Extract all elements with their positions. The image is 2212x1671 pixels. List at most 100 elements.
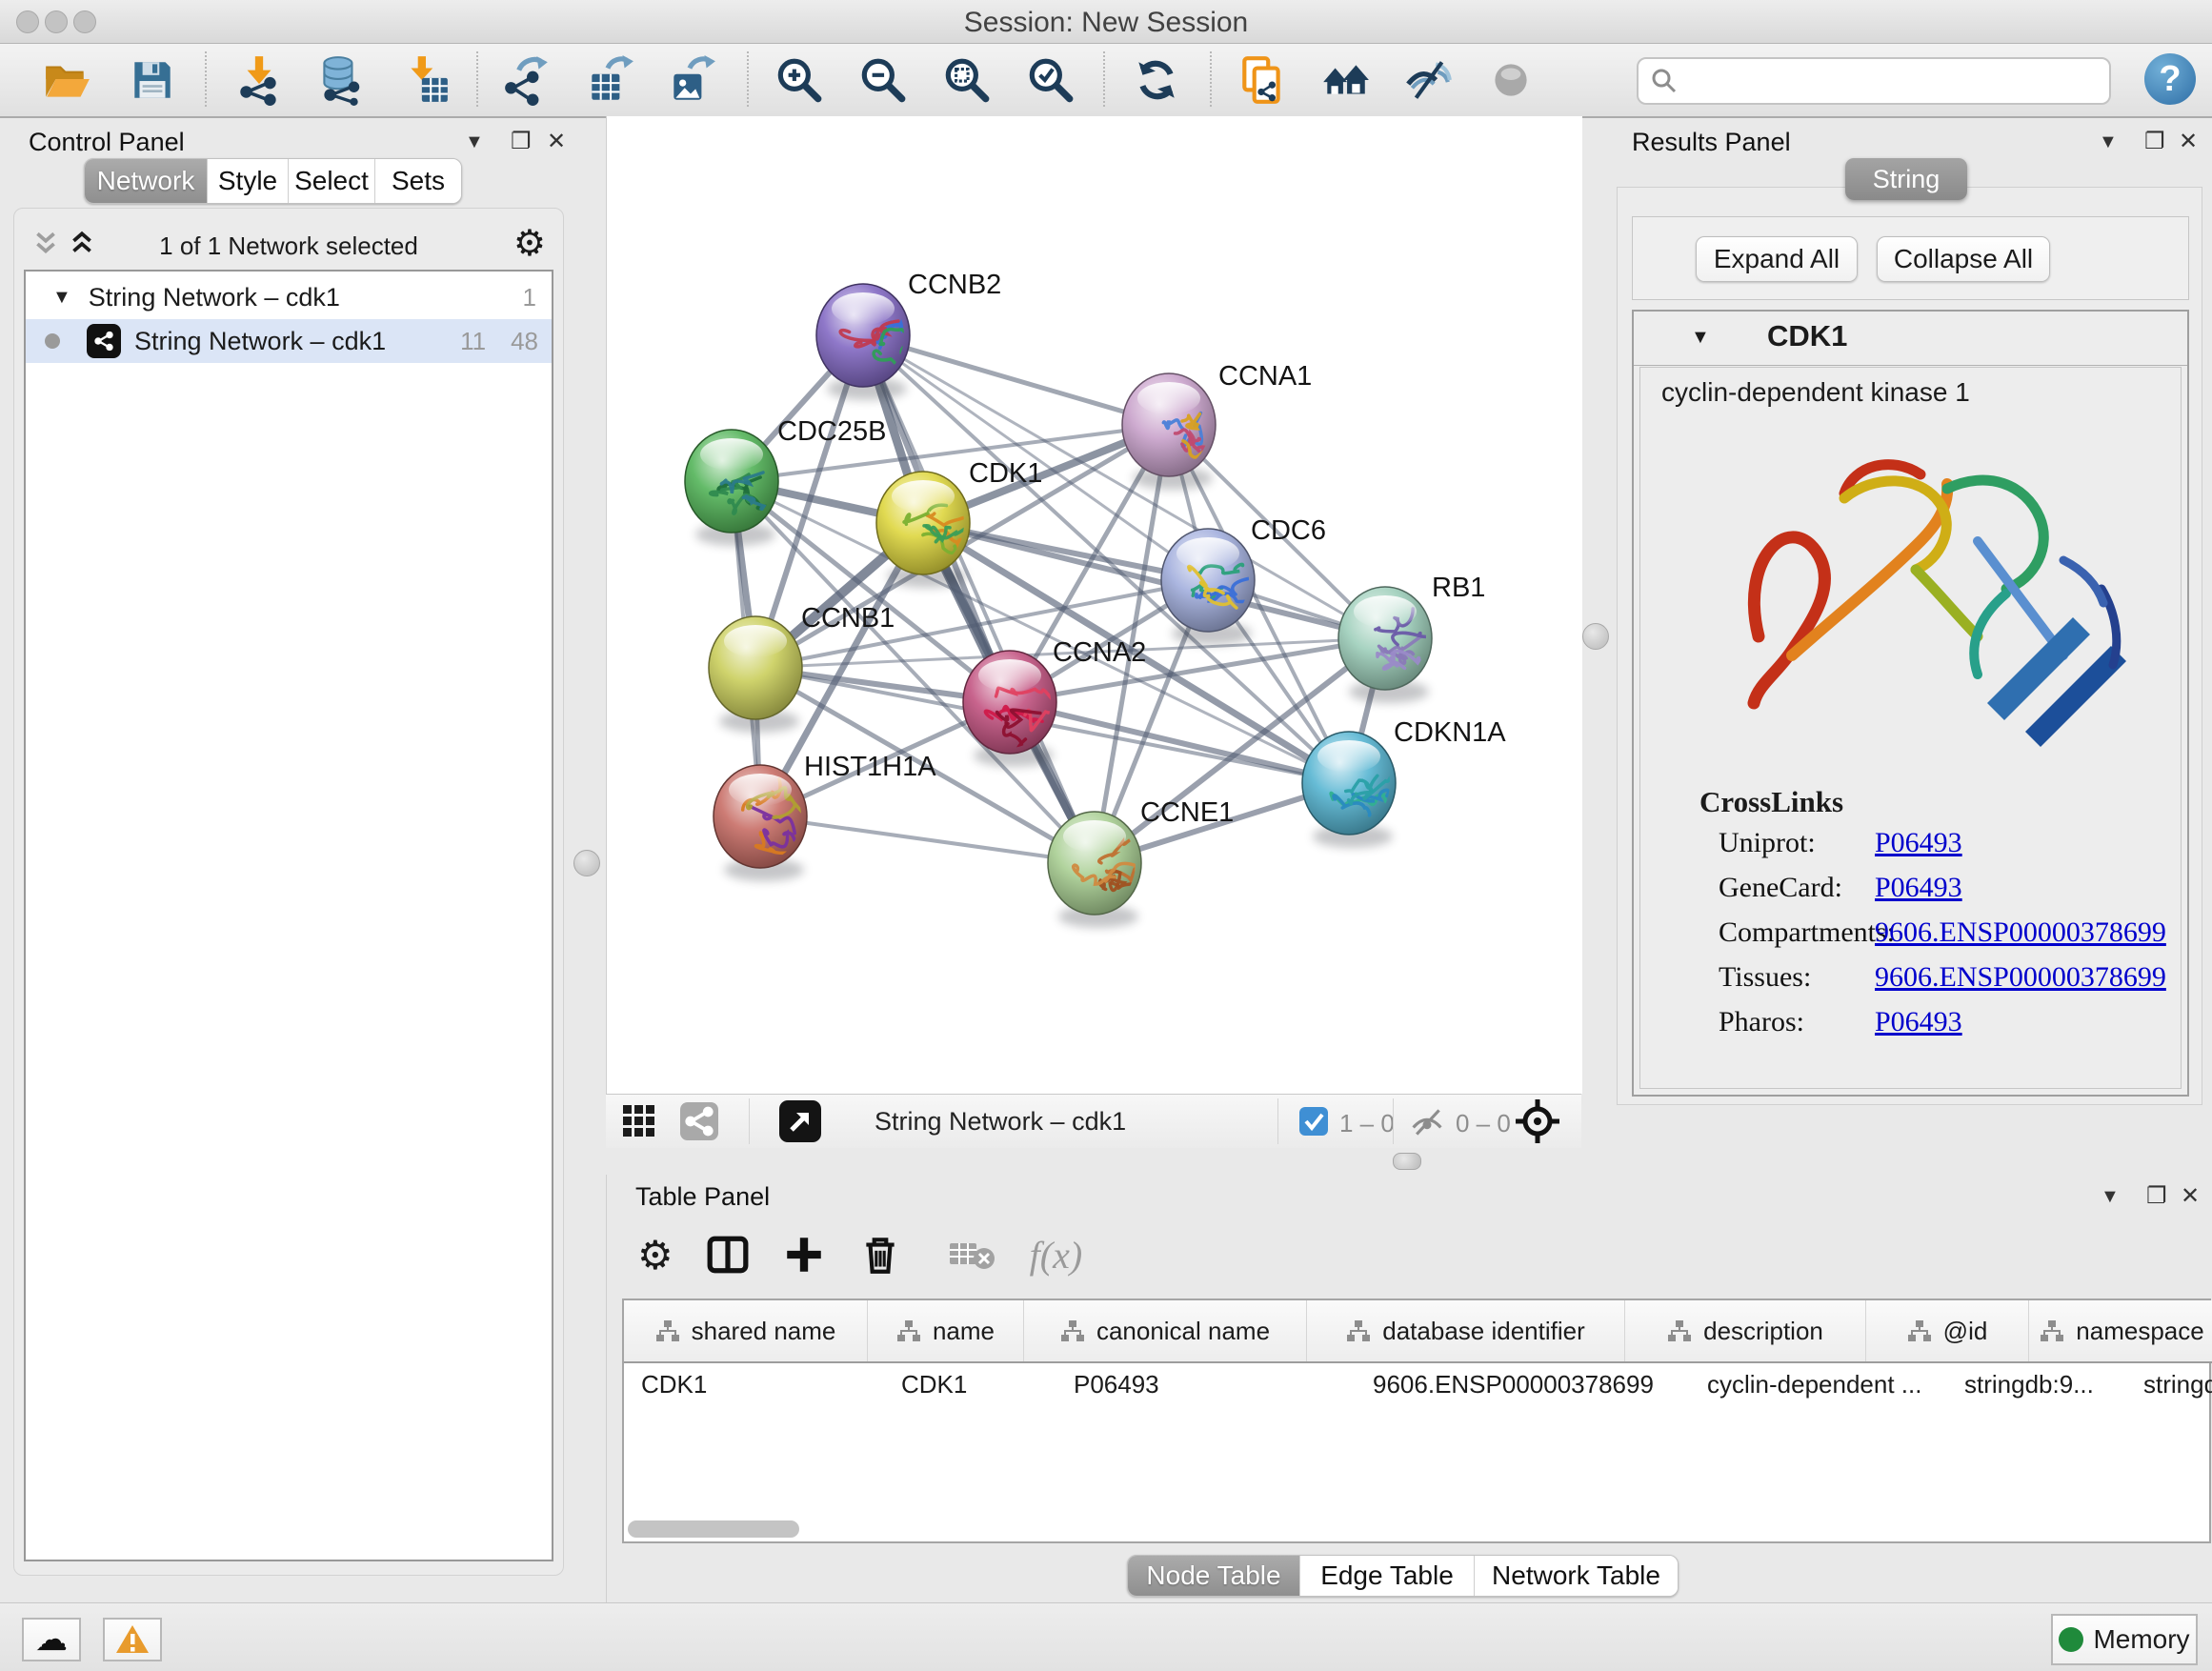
table-cell[interactable]: stringdb [2126, 1363, 2212, 1405]
table-cell[interactable]: 9606.ENSP00000378699 [1356, 1363, 1690, 1405]
table-options-gear-icon[interactable]: ⚙ [637, 1232, 674, 1278]
gray-lens-icon [1485, 54, 1537, 106]
export-table-button[interactable] [579, 50, 640, 111]
panel-menu-caret-icon[interactable]: ▼ [465, 131, 484, 153]
save-session-button[interactable] [122, 50, 183, 111]
table-cell[interactable]: CDK1 [624, 1363, 884, 1405]
help-button[interactable]: ? [2144, 53, 2196, 105]
section-caret-icon[interactable]: ▼ [1691, 327, 1710, 349]
zoom-in-icon [773, 54, 824, 106]
zoom-out-button[interactable] [852, 50, 913, 111]
grid-view-icon[interactable] [622, 1104, 656, 1143]
crosslink-genecard-link[interactable]: P06493 [1875, 872, 1962, 904]
panel-float-icon[interactable]: ❐ [2144, 128, 2165, 155]
delete-column-icon[interactable] [858, 1233, 902, 1277]
tab-style[interactable]: Style [208, 159, 289, 203]
table-cell[interactable]: cyclin-dependent ... [1690, 1363, 1947, 1405]
bar-divider [1393, 1098, 1394, 1144]
column-header-canonical-name[interactable]: canonical name [1024, 1300, 1307, 1361]
selected-node-edge-counts: 1 – 0 [1339, 1109, 1395, 1138]
column-header-namespace[interactable]: namespace [2029, 1300, 2212, 1361]
hidden-eye-icon[interactable] [1410, 1105, 1444, 1144]
table-cell[interactable]: P06493 [1056, 1363, 1356, 1405]
column-header-description[interactable]: description [1625, 1300, 1866, 1361]
application-window: Session: New Session [0, 0, 2212, 1671]
zoom-selected-button[interactable] [1019, 50, 1080, 111]
column-header-name[interactable]: name [868, 1300, 1024, 1361]
edge-CCNB2-CCNE1[interactable] [863, 335, 1095, 863]
string-results-container: Expand All Collapse All ▼ CDK1 cyclin-de… [1617, 187, 2202, 1105]
search-box [1637, 57, 2111, 105]
collapse-all-button[interactable]: Collapse All [1877, 236, 2050, 282]
crosslink-tissues-link[interactable]: 9606.ENSP00000378699 [1875, 961, 2166, 994]
network-row-selected[interactable]: String Network – cdk1 11 48 [26, 319, 552, 363]
tab-network-table[interactable]: Network Table [1475, 1556, 1678, 1596]
edge-HIST1H1A-CCNE1[interactable] [760, 816, 1095, 863]
warnings-button[interactable] [103, 1618, 162, 1661]
left-splitter-handle[interactable] [573, 850, 600, 876]
delete-table-disabled-icon [948, 1236, 997, 1274]
first-neighbors-button[interactable] [1315, 50, 1376, 111]
tab-select[interactable]: Select [289, 159, 375, 203]
export-network-button[interactable] [496, 50, 557, 111]
network-options-gear-icon[interactable]: ⚙ [513, 222, 546, 265]
export-image-button[interactable] [661, 50, 722, 111]
tab-sets[interactable]: Sets [375, 159, 461, 203]
panel-float-icon[interactable]: ❐ [2146, 1182, 2167, 1210]
panel-menu-caret-icon[interactable]: ▼ [2101, 1186, 2120, 1208]
selected-checkbox-icon[interactable] [1299, 1107, 1328, 1140]
export-network-icon [501, 54, 553, 106]
panel-menu-caret-icon[interactable]: ▼ [2099, 131, 2118, 153]
crosslink-uniprot-link[interactable]: P06493 [1875, 827, 1962, 859]
import-network-file-button[interactable] [229, 50, 290, 111]
tab-string[interactable]: String [1845, 158, 1967, 200]
panel-close-icon[interactable]: ✕ [2179, 128, 2198, 155]
import-table-file-button[interactable] [395, 50, 456, 111]
tab-network[interactable]: Network [85, 159, 208, 203]
tab-edge-table[interactable]: Edge Table [1300, 1556, 1475, 1596]
expand-all-button[interactable]: Expand All [1696, 236, 1858, 282]
open-folder-icon [41, 54, 92, 106]
open-session-button[interactable] [36, 50, 97, 111]
panel-float-icon[interactable]: ❐ [511, 128, 532, 155]
toolbar-divider [1103, 51, 1105, 107]
apply-layout-button[interactable] [1126, 50, 1187, 111]
column-header-@id[interactable]: @id [1866, 1300, 2029, 1361]
network-collection-row[interactable]: ▼ String Network – cdk1 1 [26, 275, 552, 319]
bar-divider [1277, 1098, 1278, 1144]
memory-button[interactable]: Memory [2051, 1614, 2198, 1665]
show-columns-icon[interactable] [706, 1233, 750, 1277]
crosslink-pharos-link[interactable]: P06493 [1875, 1006, 1962, 1038]
table-toolbar: ⚙ f(x) [620, 1215, 1082, 1295]
column-header-shared-name[interactable]: shared name [624, 1300, 868, 1361]
column-header-database-identifier[interactable]: database identifier [1307, 1300, 1625, 1361]
network-canvas[interactable]: CCNB2CCNA1CDC25BCDK1CDC6RB1CCNB1CCNA2CDK… [606, 116, 1582, 1094]
panel-close-icon[interactable]: ✕ [2181, 1182, 2200, 1210]
edge-CCNA2-CDKN1A[interactable] [1010, 702, 1349, 783]
node-count: 11 [460, 327, 486, 356]
zoom-fit-button[interactable] [935, 50, 996, 111]
string-network-graph[interactable]: CCNB2CCNA1CDC25BCDK1CDC6RB1CCNB1CCNA2CDK… [607, 116, 1582, 1094]
table-cell[interactable]: CDK1 [884, 1363, 1056, 1405]
import-network-database-button[interactable] [310, 50, 371, 111]
zoom-out-icon [856, 54, 908, 106]
table-horizontal-scrollbar[interactable] [628, 1520, 799, 1538]
crosslink-compartments-link[interactable]: 9606.ENSP00000378699 [1875, 916, 2166, 949]
table-row[interactable]: CDK1CDK1P064939606.ENSP00000378699cyclin… [624, 1363, 2212, 1405]
string-badge-muted-icon[interactable] [680, 1102, 718, 1145]
tab-node-table[interactable]: Node Table [1128, 1556, 1300, 1596]
tree-caret-icon[interactable]: ▼ [52, 287, 71, 309]
add-column-icon[interactable] [782, 1233, 826, 1277]
panel-close-icon[interactable]: ✕ [547, 128, 566, 155]
graphics-details-button[interactable] [1398, 50, 1458, 111]
bottom-splitter-handle[interactable] [1393, 1153, 1421, 1170]
zoom-in-button[interactable] [768, 50, 829, 111]
birds-eye-toggle-button[interactable] [1480, 50, 1541, 111]
gene-section-header[interactable]: ▼ CDK1 [1634, 312, 2187, 366]
open-in-window-icon[interactable] [779, 1100, 821, 1147]
search-input[interactable] [1686, 66, 2109, 97]
table-cell[interactable]: stringdb:9... [1947, 1363, 2126, 1405]
crosshair-icon[interactable] [1513, 1097, 1562, 1151]
new-network-from-selection-button[interactable] [1232, 50, 1293, 111]
cloud-status-button[interactable]: ☁ [22, 1618, 81, 1661]
